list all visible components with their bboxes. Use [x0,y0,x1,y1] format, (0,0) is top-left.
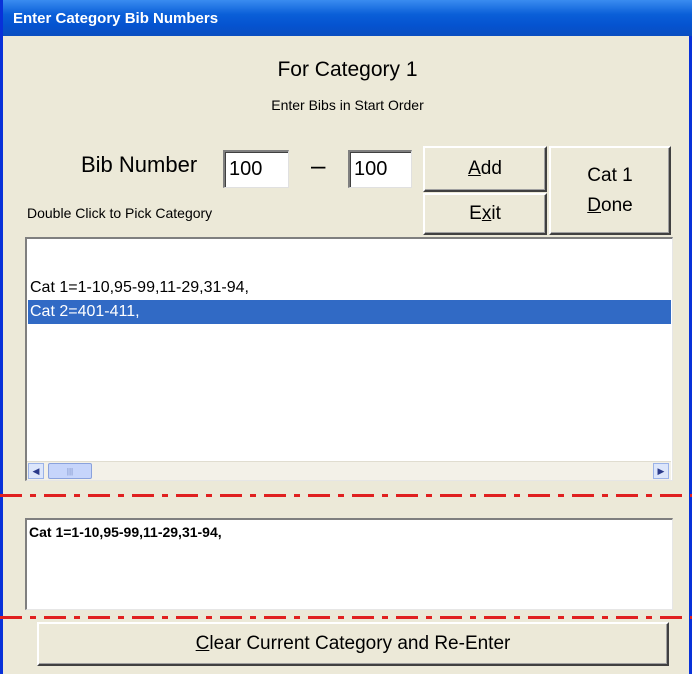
list-item-selected[interactable]: Cat 2=401-411, [28,300,671,324]
horizontal-scrollbar[interactable]: ◀ ||| ▶ [27,461,671,480]
category-listbox[interactable]: Cat 1=1-10,95-99,11-29,31-94, Cat 2=401-… [25,237,673,481]
dialog-window: Enter Category Bib Numbers For Category … [0,0,692,674]
bib-to-value: 100 [354,158,388,180]
bib-to-input[interactable]: 100 [348,150,412,188]
cat-done-button[interactable]: Cat 1 Done [549,146,671,235]
cat-done-line2: Done [587,194,633,216]
current-category-textarea[interactable]: Cat 1=1-10,95-99,11-29,31-94, [25,518,673,610]
title-bar[interactable]: Enter Category Bib Numbers [3,0,692,36]
bib-from-value: 100 [229,158,263,180]
bib-from-input[interactable]: 100 [223,150,289,188]
left-arrow-icon[interactable]: ◀ [28,463,44,479]
range-separator: – [311,150,326,180]
clear-button-label: Clear Current Category and Re-Enter [195,633,511,654]
annotation-dashed-line-top [0,494,692,497]
window-title: Enter Category Bib Numbers [13,9,219,27]
scroll-thumb[interactable]: ||| [48,463,92,479]
pick-category-hint: Double Click to Pick Category [27,205,213,221]
right-arrow-icon[interactable]: ▶ [653,463,669,479]
clear-reenter-button[interactable]: Clear Current Category and Re-Enter [37,622,669,666]
add-button[interactable]: Add [423,146,547,192]
exit-button-label: Exit [469,203,501,224]
cat-done-line1: Cat 1 [587,164,633,186]
add-button-label: Add [468,158,502,179]
current-category-text: Cat 1=1-10,95-99,11-29,31-94, [29,524,222,540]
list-item[interactable]: Cat 1=1-10,95-99,11-29,31-94, [28,276,671,300]
annotation-dashed-line-bottom [0,616,692,619]
page-subtitle: Enter Bibs in Start Order [271,97,424,113]
grip-icon: ||| [66,466,74,476]
page-title: For Category 1 [277,58,418,81]
exit-button[interactable]: Exit [423,193,547,235]
bib-number-label: Bib Number [81,152,198,177]
